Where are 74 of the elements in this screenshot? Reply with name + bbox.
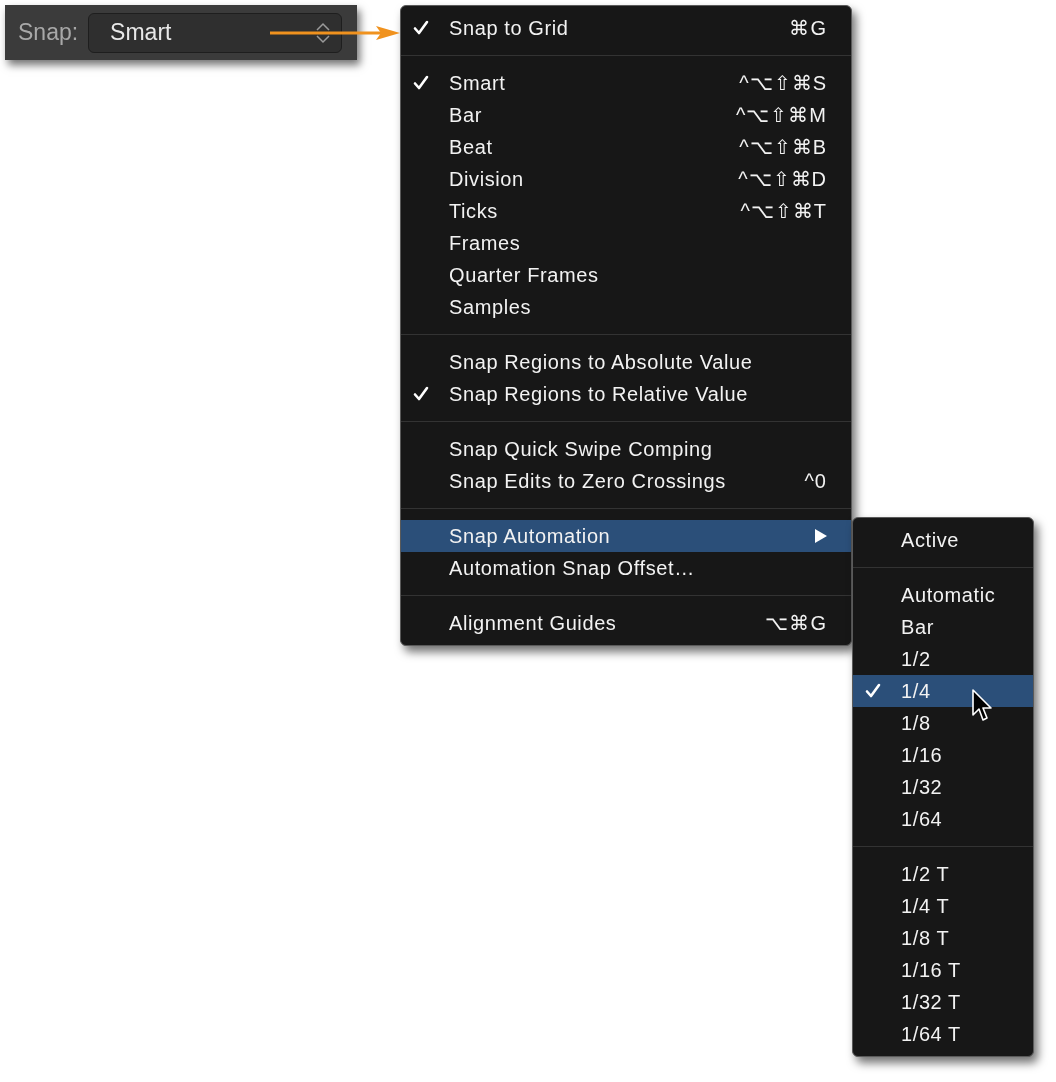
item-label: Automation Snap Offset…	[449, 556, 695, 580]
item-label: Quarter Frames	[449, 263, 599, 287]
shortcut-label: ^⌥⇧⌘M	[735, 103, 827, 127]
item-label: 1/16	[901, 743, 943, 767]
item-label: Snap Edits to Zero Crossings	[449, 469, 726, 493]
shortcut-label: ^0	[804, 469, 827, 493]
menu-item[interactable]: 1/64 T	[853, 1018, 1033, 1050]
menu-item[interactable]: 1/8	[853, 707, 1033, 739]
item-label: Snap Quick Swipe Comping	[449, 437, 713, 461]
item-label: 1/64 T	[901, 1022, 961, 1046]
shortcut-label: ⌘G	[789, 16, 827, 40]
item-label: Snap to Grid	[449, 16, 569, 40]
menu-item[interactable]: Automation Snap Offset…	[401, 552, 851, 584]
menu-item[interactable]: Snap to Grid ⌘G	[401, 12, 851, 44]
item-label: 1/2 T	[901, 862, 950, 886]
menu-item[interactable]: 1/8 T	[853, 922, 1033, 954]
menu-item[interactable]: Samples	[401, 291, 851, 323]
item-label: Snap Regions to Absolute Value	[449, 350, 753, 374]
item-label: Snap Regions to Relative Value	[449, 382, 748, 406]
menu-item[interactable]: 1/32	[853, 771, 1033, 803]
item-label: 1/2	[901, 647, 931, 671]
mouse-pointer-icon	[972, 689, 994, 723]
menu-item[interactable]: Quarter Frames	[401, 259, 851, 291]
item-label: Frames	[449, 231, 521, 255]
menu-item[interactable]: Ticks ^⌥⇧⌘T	[401, 195, 851, 227]
item-label: Smart	[449, 71, 506, 95]
menu-item[interactable]: Bar ^⌥⇧⌘M	[401, 99, 851, 131]
item-label: 1/8	[901, 711, 931, 735]
menu-item[interactable]: Bar	[853, 611, 1033, 643]
item-label: 1/16 T	[901, 958, 961, 982]
item-label: Alignment Guides	[449, 611, 617, 635]
item-label: Bar	[901, 615, 934, 639]
item-label: Bar	[449, 103, 482, 127]
menu-item[interactable]: Frames	[401, 227, 851, 259]
menu-item[interactable]: Automatic	[853, 579, 1033, 611]
menu-item[interactable]: Alignment Guides ⌥⌘G	[401, 607, 851, 639]
menu-item[interactable]: 1/4 T	[853, 890, 1033, 922]
snap-label: Snap:	[18, 19, 79, 46]
item-label: 1/4	[901, 679, 931, 703]
item-label: 1/64	[901, 807, 943, 831]
item-label: 1/32 T	[901, 990, 961, 1014]
snap-popup-button[interactable]: Smart	[88, 12, 343, 53]
menu-item[interactable]: 1/64	[853, 803, 1033, 835]
shortcut-label: ^⌥⇧⌘B	[739, 135, 827, 159]
item-label: 1/8 T	[901, 926, 950, 950]
menu-item[interactable]: Beat ^⌥⇧⌘B	[401, 131, 851, 163]
item-label: Ticks	[449, 199, 498, 223]
menu-item[interactable]: Snap Regions to Relative Value	[401, 378, 851, 410]
menu-item[interactable]: 1/4	[853, 675, 1033, 707]
menu-item[interactable]: Snap Regions to Absolute Value	[401, 346, 851, 378]
item-label: Samples	[449, 295, 531, 319]
menu-item[interactable]: 1/2	[853, 643, 1033, 675]
menu-item[interactable]: Snap Quick Swipe Comping	[401, 433, 851, 465]
shortcut-label: ^⌥⇧⌘D	[738, 167, 827, 191]
menu-item[interactable]: Smart ^⌥⇧⌘S	[401, 67, 851, 99]
item-label: Division	[449, 167, 524, 191]
item-label: Snap Automation	[449, 524, 611, 548]
menu-item[interactable]: 1/2 T	[853, 858, 1033, 890]
shortcut-label: ^⌥⇧⌘T	[740, 199, 827, 223]
shortcut-label: ⌥⌘G	[765, 611, 827, 635]
menu-item[interactable]: Division ^⌥⇧⌘D	[401, 163, 851, 195]
menu-item[interactable]: Snap Edits to Zero Crossings ^0	[401, 465, 851, 497]
menu-item[interactable]: 1/16	[853, 739, 1033, 771]
menu-item[interactable]: Snap Automation	[401, 520, 851, 552]
menu-item[interactable]: 1/16 T	[853, 954, 1033, 986]
menu-item[interactable]: Active	[853, 524, 1033, 556]
item-label: Active	[901, 528, 960, 552]
item-label: 1/4 T	[901, 894, 950, 918]
item-label: Beat	[449, 135, 493, 159]
shortcut-label: ^⌥⇧⌘S	[739, 71, 827, 95]
item-label: Automatic	[901, 583, 996, 607]
item-label: 1/32	[901, 775, 943, 799]
menu-item[interactable]: 1/32 T	[853, 986, 1033, 1018]
up-down-chevron-icon	[315, 20, 332, 45]
